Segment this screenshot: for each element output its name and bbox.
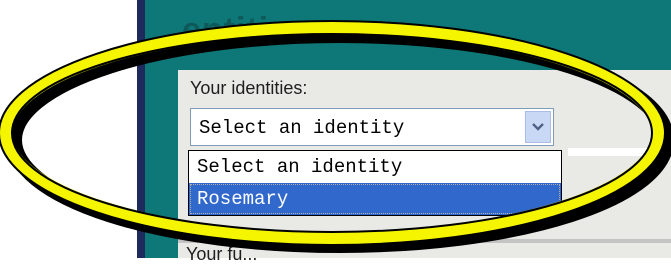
divider-stub bbox=[568, 148, 671, 156]
next-field-label: Your fu... bbox=[186, 244, 258, 264]
identity-select-value: Select an identity bbox=[199, 117, 405, 139]
dropdown-option-select-an-identity[interactable]: Select an identity bbox=[189, 151, 561, 183]
dropdown-option-rosemary[interactable]: Rosemary bbox=[189, 183, 561, 215]
section-divider bbox=[178, 239, 671, 243]
identity-dropdown-list[interactable]: Select an identity Rosemary bbox=[188, 150, 562, 216]
identity-select[interactable]: Select an identity bbox=[190, 108, 554, 146]
panel-heading: entities bbox=[182, 11, 310, 49]
identities-label: Your identities: bbox=[190, 78, 308, 98]
page-background-left bbox=[0, 0, 137, 258]
chevron-down-icon[interactable] bbox=[525, 111, 551, 143]
